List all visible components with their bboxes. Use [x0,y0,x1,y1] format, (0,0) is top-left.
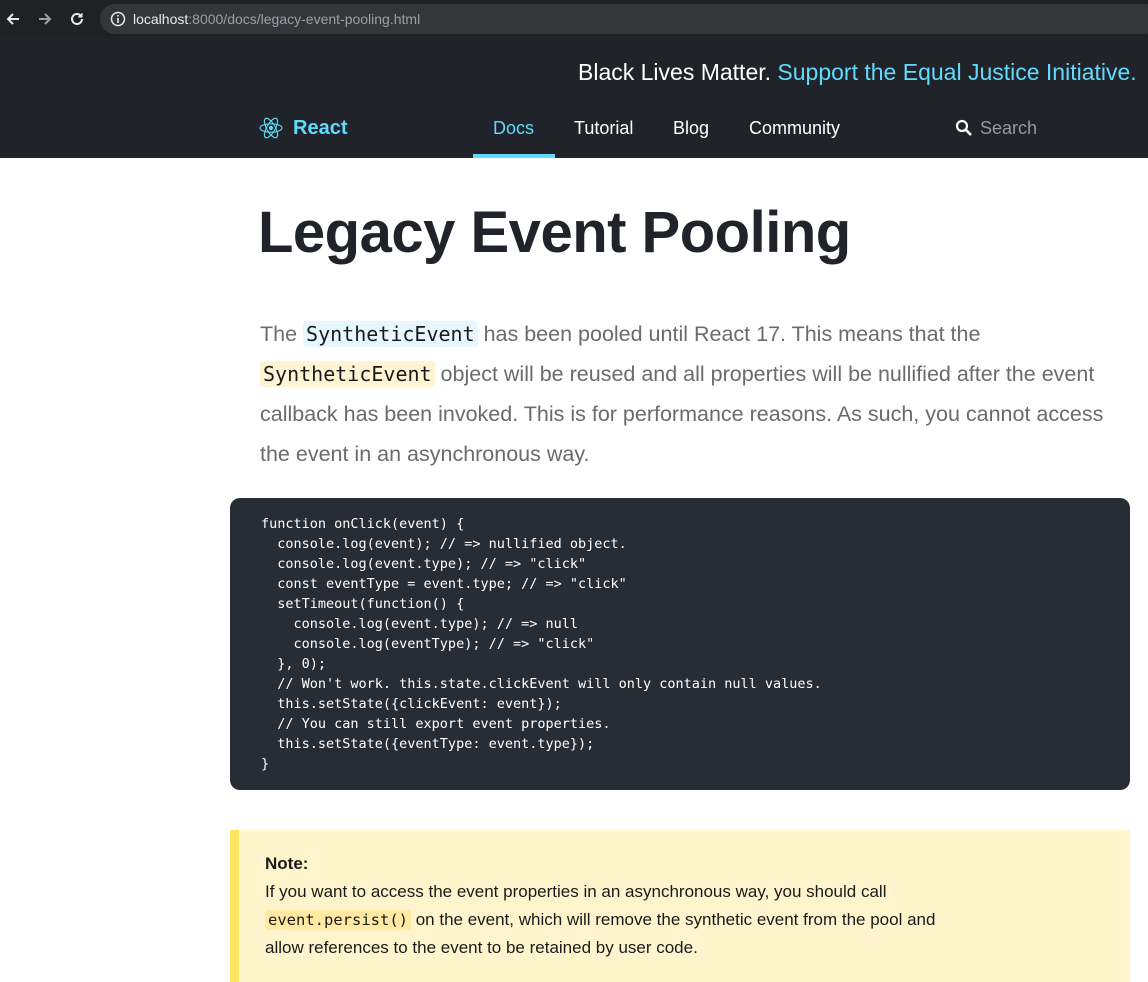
code-line: } [261,756,270,772]
site-header [0,38,1148,158]
code-line: const eventType = event.type; // => "cli… [261,576,627,592]
note-body: If you want to access the event properti… [265,878,965,962]
inline-code-synthetic-event: SyntheticEvent [303,321,478,347]
intro-paragraph: The SyntheticEvent has been pooled until… [260,314,1130,474]
forward-button[interactable] [35,8,55,30]
site-info-icon[interactable] [110,11,126,32]
reload-icon [71,12,83,25]
address-bar[interactable]: localhost:8000/docs/legacy-event-pooling… [100,4,1148,34]
active-nav-indicator [473,154,555,158]
code-line: this.setState({clickEvent: event}); [261,696,562,712]
code-line: // You can still export event properties… [261,716,611,732]
url-text[interactable]: localhost:8000/docs/legacy-event-pooling… [133,11,420,27]
code-block: function onClick(event) { console.log(ev… [230,498,1130,790]
nav-tutorial[interactable]: Tutorial [574,118,633,138]
url-path: :8000/docs/legacy-event-pooling.html [188,11,421,27]
react-logo-link[interactable]: React [259,116,347,140]
note-text-1: If you want to access the event properti… [265,882,887,901]
url-host: localhost [133,11,189,27]
code-line: console.log(event); // => nullified obje… [261,536,627,552]
code-line: console.log(event.type); // => null [261,616,578,632]
page-title: Legacy Event Pooling [258,200,851,265]
code-line: console.log(eventType); // => "click" [261,636,595,652]
inline-code-synthetic-event-2: SyntheticEvent [260,361,435,387]
code-line: }, 0); [261,656,327,672]
logo-text: React [293,117,348,139]
blm-text: Black Lives Matter. [578,59,778,85]
react-atom-icon [259,117,283,139]
code-line: function onClick(event) { [261,516,465,532]
nav-community[interactable]: Community [749,118,840,138]
intro-text-1: The [260,322,304,346]
eji-link[interactable]: Support the Equal Justice Initiative. [777,59,1136,85]
blm-banner: Black Lives Matter. Support the Equal Ju… [578,58,1137,86]
intro-text-2: has been pooled until React 17. This mea… [477,322,981,346]
code-content: function onClick(event) { console.log(ev… [261,514,1130,774]
reload-button[interactable] [67,8,87,30]
back-button[interactable] [3,8,23,30]
code-line: this.setState({eventType: event.type}); [261,736,595,752]
nav-blog[interactable]: Blog [673,118,709,138]
code-line: console.log(event.type); // => "click" [261,556,587,572]
arrow-right-icon [39,13,52,25]
code-line: setTimeout(function() { [261,596,465,612]
nav-docs[interactable]: Docs [493,118,534,138]
note-title: Note: [265,854,309,873]
search-input[interactable] [980,116,1140,140]
note-callout: Note: If you want to access the event pr… [230,830,1130,982]
arrow-left-icon [6,13,19,25]
browser-toolbar: localhost:8000/docs/legacy-event-pooling… [0,0,1148,38]
code-line: // Won't work. this.state.clickEvent wil… [261,676,822,692]
search-icon [955,119,973,142]
inline-code-persist: event.persist() [265,910,411,930]
